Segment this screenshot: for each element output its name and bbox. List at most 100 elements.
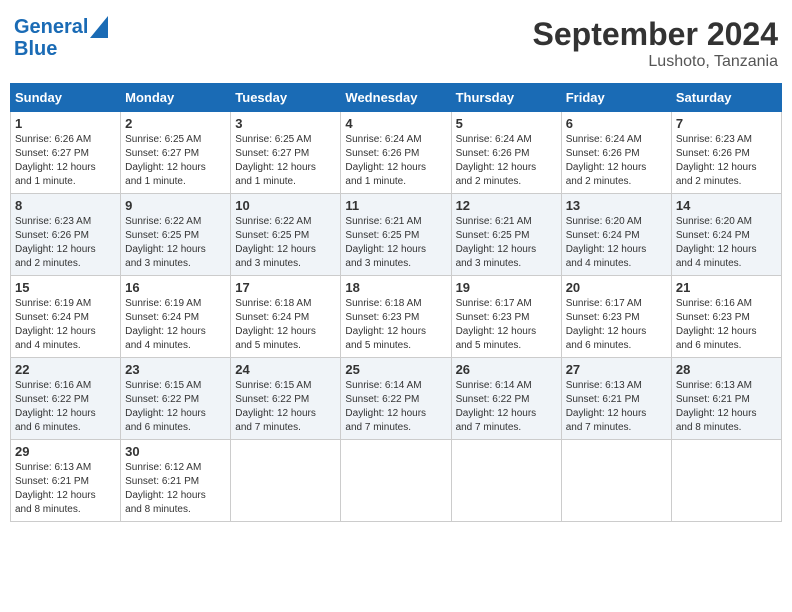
day-number: 5 — [456, 116, 557, 131]
day-number: 20 — [566, 280, 667, 295]
day-number: 10 — [235, 198, 336, 213]
day-info: Sunrise: 6:18 AMSunset: 6:23 PMDaylight:… — [345, 297, 446, 353]
day-number: 18 — [345, 280, 446, 295]
day-number: 27 — [566, 362, 667, 377]
calendar-cell — [451, 440, 561, 522]
calendar-cell: 3 Sunrise: 6:25 AMSunset: 6:27 PMDaylight… — [231, 112, 341, 194]
calendar-cell: 16 Sunrise: 6:19 AMSunset: 6:24 PMDayligh… — [121, 276, 231, 358]
calendar-cell: 10 Sunrise: 6:22 AMSunset: 6:25 PMDayligh… — [231, 194, 341, 276]
day-number: 2 — [125, 116, 226, 131]
logo-blue: Blue — [14, 38, 108, 60]
col-header-saturday: Saturday — [671, 84, 781, 112]
logo-triangle-icon — [90, 16, 108, 38]
calendar-cell: 19Sunrise: 6:17 AMSunset: 6:23 PMDayligh… — [451, 276, 561, 358]
day-info: Sunrise: 6:24 AMSunset: 6:26 PMDaylight:… — [456, 133, 557, 189]
day-info: Sunrise: 6:13 AMSunset: 6:21 PMDaylight:… — [566, 379, 667, 435]
day-number: 21 — [676, 280, 777, 295]
calendar-cell: 8 Sunrise: 6:23 AMSunset: 6:26 PMDaylight… — [11, 194, 121, 276]
calendar-cell: 23Sunrise: 6:15 AMSunset: 6:22 PMDayligh… — [121, 358, 231, 440]
calendar-cell: 14Sunrise: 6:20 AMSunset: 6:24 PMDayligh… — [671, 194, 781, 276]
day-number: 26 — [456, 362, 557, 377]
day-number: 30 — [125, 444, 226, 459]
calendar-cell: 2 Sunrise: 6:25 AMSunset: 6:27 PMDaylight… — [121, 112, 231, 194]
day-info: Sunrise: 6:15 AMSunset: 6:22 PMDaylight:… — [125, 379, 226, 435]
calendar-cell: 25 Sunrise: 6:14 AMSunset: 6:22 PMDayligh… — [341, 358, 451, 440]
day-number: 15 — [15, 280, 116, 295]
day-number: 19 — [456, 280, 557, 295]
day-number: 8 — [15, 198, 116, 213]
day-info: Sunrise: 6:13 AMSunset: 6:21 PMDaylight:… — [15, 461, 116, 517]
col-header-wednesday: Wednesday — [341, 84, 451, 112]
calendar-cell — [231, 440, 341, 522]
day-number: 22 — [15, 362, 116, 377]
calendar-cell: 26 Sunrise: 6:14 AMSunset: 6:22 PMDayligh… — [451, 358, 561, 440]
calendar-cell: 12 Sunrise: 6:21 AMSunset: 6:25 PMDayligh… — [451, 194, 561, 276]
day-number: 13 — [566, 198, 667, 213]
calendar-cell: 22Sunrise: 6:16 AMSunset: 6:22 PMDayligh… — [11, 358, 121, 440]
day-info: Sunrise: 6:25 AMSunset: 6:27 PMDaylight:… — [235, 133, 336, 189]
day-info: Sunrise: 6:12 AMSunset: 6:21 PMDaylight:… — [125, 461, 226, 517]
calendar-cell: 30 Sunrise: 6:12 AMSunset: 6:21 PMDayligh… — [121, 440, 231, 522]
calendar-cell: 18 Sunrise: 6:18 AMSunset: 6:23 PMDayligh… — [341, 276, 451, 358]
calendar-cell: 20 Sunrise: 6:17 AMSunset: 6:23 PMDayligh… — [561, 276, 671, 358]
day-number: 1 — [15, 116, 116, 131]
calendar-table: SundayMondayTuesdayWednesdayThursdayFrid… — [10, 83, 782, 522]
calendar-cell: 15Sunrise: 6:19 AMSunset: 6:24 PMDayligh… — [11, 276, 121, 358]
calendar-cell: 1 Sunrise: 6:26 AMSunset: 6:27 PMDaylight… — [11, 112, 121, 194]
day-number: 9 — [125, 198, 226, 213]
day-info: Sunrise: 6:18 AMSunset: 6:24 PMDaylight:… — [235, 297, 336, 353]
day-info: Sunrise: 6:26 AMSunset: 6:27 PMDaylight:… — [15, 133, 116, 189]
day-info: Sunrise: 6:25 AMSunset: 6:27 PMDaylight:… — [125, 133, 226, 189]
calendar-cell: 27 Sunrise: 6:13 AMSunset: 6:21 PMDayligh… — [561, 358, 671, 440]
day-number: 7 — [676, 116, 777, 131]
day-number: 17 — [235, 280, 336, 295]
day-number: 25 — [345, 362, 446, 377]
day-info: Sunrise: 6:13 AMSunset: 6:21 PMDaylight:… — [676, 379, 777, 435]
day-info: Sunrise: 6:24 AMSunset: 6:26 PMDaylight:… — [566, 133, 667, 189]
day-number: 29 — [15, 444, 116, 459]
day-info: Sunrise: 6:21 AMSunset: 6:25 PMDaylight:… — [345, 215, 446, 271]
day-number: 6 — [566, 116, 667, 131]
calendar-cell: 17 Sunrise: 6:18 AMSunset: 6:24 PMDayligh… — [231, 276, 341, 358]
day-info: Sunrise: 6:23 AMSunset: 6:26 PMDaylight:… — [676, 133, 777, 189]
calendar-cell: 4 Sunrise: 6:24 AMSunset: 6:26 PMDaylight… — [341, 112, 451, 194]
col-header-monday: Monday — [121, 84, 231, 112]
day-info: Sunrise: 6:23 AMSunset: 6:26 PMDaylight:… — [15, 215, 116, 271]
calendar-cell: 29 Sunrise: 6:13 AMSunset: 6:21 PMDayligh… — [11, 440, 121, 522]
col-header-thursday: Thursday — [451, 84, 561, 112]
day-info: Sunrise: 6:14 AMSunset: 6:22 PMDaylight:… — [456, 379, 557, 435]
calendar-cell: 5 Sunrise: 6:24 AMSunset: 6:26 PMDaylight… — [451, 112, 561, 194]
month-title: September 2024 — [533, 16, 778, 53]
logo-general: General — [14, 16, 88, 38]
day-info: Sunrise: 6:22 AMSunset: 6:25 PMDaylight:… — [235, 215, 336, 271]
col-header-tuesday: Tuesday — [231, 84, 341, 112]
day-number: 16 — [125, 280, 226, 295]
calendar-cell: 11Sunrise: 6:21 AMSunset: 6:25 PMDayligh… — [341, 194, 451, 276]
logo-text: General Blue — [14, 16, 108, 60]
day-info: Sunrise: 6:19 AMSunset: 6:24 PMDaylight:… — [125, 297, 226, 353]
day-info: Sunrise: 6:14 AMSunset: 6:22 PMDaylight:… — [345, 379, 446, 435]
page-header: General Blue September 2024 Lushoto, Tan… — [10, 10, 782, 77]
calendar-cell: 6 Sunrise: 6:24 AMSunset: 6:26 PMDaylight… — [561, 112, 671, 194]
logo: General Blue — [14, 16, 108, 60]
day-number: 3 — [235, 116, 336, 131]
day-number: 24 — [235, 362, 336, 377]
calendar-cell — [341, 440, 451, 522]
col-header-friday: Friday — [561, 84, 671, 112]
col-header-sunday: Sunday — [11, 84, 121, 112]
calendar-cell: 7 Sunrise: 6:23 AMSunset: 6:26 PMDaylight… — [671, 112, 781, 194]
day-number: 28 — [676, 362, 777, 377]
day-number: 12 — [456, 198, 557, 213]
calendar-cell — [671, 440, 781, 522]
day-info: Sunrise: 6:21 AMSunset: 6:25 PMDaylight:… — [456, 215, 557, 271]
location-subtitle: Lushoto, Tanzania — [533, 53, 778, 71]
day-info: Sunrise: 6:17 AMSunset: 6:23 PMDaylight:… — [566, 297, 667, 353]
title-block: September 2024 Lushoto, Tanzania — [533, 16, 778, 71]
day-number: 4 — [345, 116, 446, 131]
calendar-cell: 13Sunrise: 6:20 AMSunset: 6:24 PMDayligh… — [561, 194, 671, 276]
day-info: Sunrise: 6:15 AMSunset: 6:22 PMDaylight:… — [235, 379, 336, 435]
day-info: Sunrise: 6:24 AMSunset: 6:26 PMDaylight:… — [345, 133, 446, 189]
calendar-cell — [561, 440, 671, 522]
day-number: 14 — [676, 198, 777, 213]
calendar-cell: 9Sunrise: 6:22 AMSunset: 6:25 PMDaylight… — [121, 194, 231, 276]
